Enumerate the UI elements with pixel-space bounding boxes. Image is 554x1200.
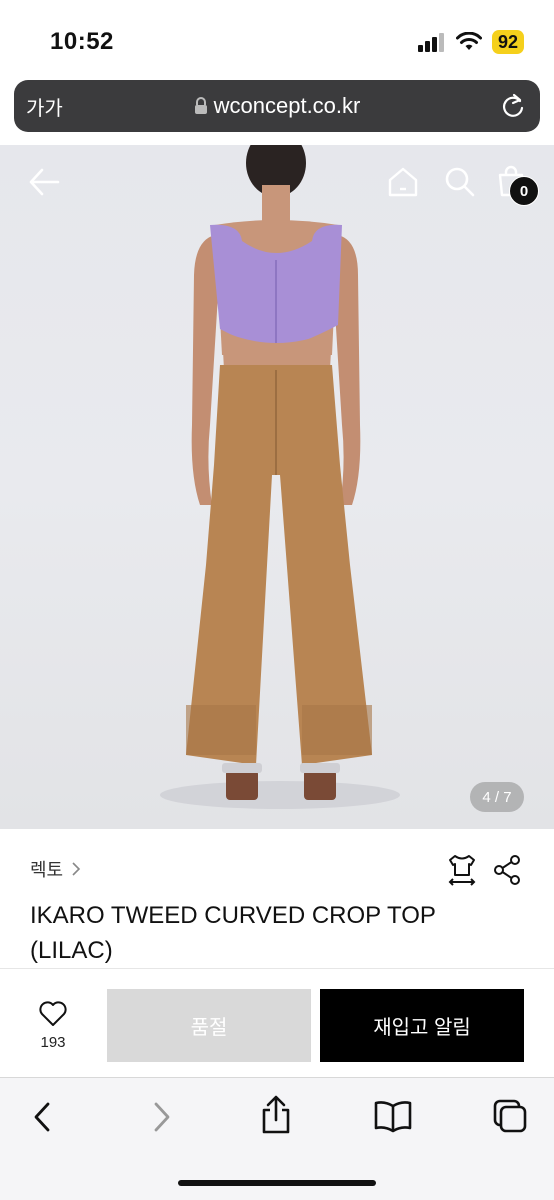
share-icon[interactable] bbox=[492, 854, 522, 886]
status-time: 10:52 bbox=[50, 28, 114, 55]
brand-link[interactable]: 렉토 bbox=[30, 856, 81, 882]
product-image[interactable] bbox=[0, 145, 554, 829]
browser-share-icon[interactable] bbox=[258, 1094, 294, 1136]
home-icon[interactable] bbox=[386, 165, 420, 199]
soldout-button: 품절 bbox=[107, 989, 311, 1062]
bookmarks-icon[interactable] bbox=[373, 1098, 413, 1134]
heart-icon bbox=[39, 1001, 67, 1026]
screen: 10:52 92 가가 wconcept.co.kr 0 4 / 7 렉토 IK… bbox=[0, 0, 554, 1200]
tabs-icon[interactable] bbox=[492, 1098, 528, 1134]
url-display[interactable]: wconcept.co.kr bbox=[14, 93, 540, 119]
divider bbox=[0, 968, 554, 969]
image-counter: 4 / 7 bbox=[470, 782, 524, 812]
home-indicator bbox=[178, 1180, 376, 1186]
back-arrow-icon[interactable] bbox=[28, 165, 60, 199]
battery-indicator: 92 bbox=[491, 30, 524, 54]
model-photo bbox=[160, 145, 400, 809]
wifi-icon bbox=[455, 32, 482, 50]
browser-forward-icon[interactable] bbox=[148, 1098, 174, 1136]
signal-icon bbox=[417, 33, 444, 52]
brand-name: 렉토 bbox=[30, 860, 64, 880]
chevron-right-icon bbox=[72, 862, 81, 876]
status-icons: 92 bbox=[417, 30, 524, 54]
cart-count-badge[interactable]: 0 bbox=[509, 176, 539, 206]
wishlist-button[interactable]: 193 bbox=[22, 1000, 84, 1051]
wish-count: 193 bbox=[40, 1034, 66, 1051]
restock-alert-button[interactable]: 재입고 알림 bbox=[320, 989, 524, 1062]
product-title: IKARO TWEED CURVED CROP TOP (LILAC) bbox=[30, 902, 436, 964]
browser-back-icon[interactable] bbox=[30, 1098, 56, 1136]
url-text: wconcept.co.kr bbox=[213, 93, 361, 118]
address-bar[interactable]: 가가 wconcept.co.kr bbox=[14, 80, 540, 132]
reload-icon[interactable] bbox=[500, 92, 526, 120]
size-guide-icon[interactable] bbox=[446, 853, 478, 887]
search-icon[interactable] bbox=[444, 165, 476, 199]
lock-icon bbox=[194, 97, 207, 114]
